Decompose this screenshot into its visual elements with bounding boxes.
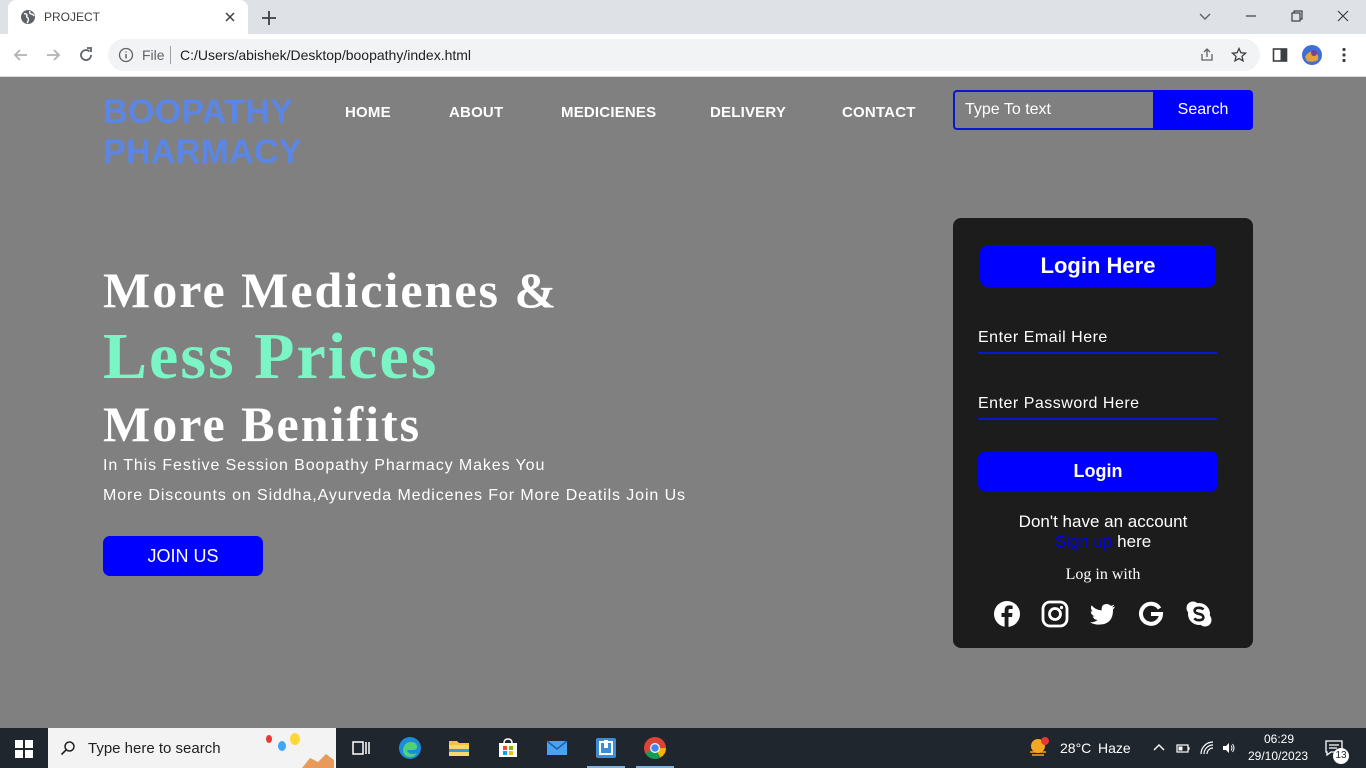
browser-tab[interactable]: PROJECT bbox=[8, 0, 248, 34]
facebook-icon[interactable] bbox=[993, 600, 1021, 628]
twitter-icon[interactable] bbox=[1089, 600, 1117, 628]
clock-time[interactable]: 06:29 bbox=[1264, 732, 1294, 746]
task-view-icon[interactable] bbox=[349, 736, 373, 760]
url-text[interactable]: C:/Users/abishek/Desktop/boopathy/index.… bbox=[180, 47, 471, 63]
google-icon[interactable] bbox=[1137, 600, 1165, 628]
search-icon bbox=[60, 741, 75, 756]
weather-text: Haze bbox=[1098, 740, 1131, 756]
email-field[interactable] bbox=[978, 324, 1217, 354]
hero-description-1: In This Festive Session Boopathy Pharmac… bbox=[103, 457, 546, 474]
mail-icon[interactable] bbox=[545, 736, 569, 760]
join-us-button[interactable]: JOIN US bbox=[103, 536, 263, 576]
nav-about[interactable]: ABOUT bbox=[449, 104, 503, 121]
weather-temp: 28°C bbox=[1060, 740, 1092, 756]
password-field[interactable] bbox=[978, 390, 1217, 420]
browser-tabbar: PROJECT bbox=[0, 0, 1366, 34]
clock-date[interactable]: 29/10/2023 bbox=[1248, 749, 1308, 763]
windows-taskbar: Type here to search 28°C Haze 06:29 29/1… bbox=[0, 728, 1366, 768]
divider bbox=[170, 46, 171, 64]
site-search-input[interactable] bbox=[953, 90, 1154, 130]
nav-delivery[interactable]: DELIVERY bbox=[710, 104, 786, 121]
side-panel-icon[interactable] bbox=[1271, 46, 1289, 64]
windows-start-icon[interactable] bbox=[15, 740, 33, 758]
login-title: Login Here bbox=[980, 245, 1216, 287]
more-menu-icon[interactable] bbox=[1335, 46, 1353, 64]
site-search-button[interactable]: Search bbox=[1153, 90, 1253, 130]
taskbar-search-placeholder: Type here to search bbox=[88, 740, 221, 757]
store-icon[interactable] bbox=[496, 736, 520, 760]
site-logo[interactable]: BOOPATHY PHARMACY bbox=[103, 92, 302, 172]
info-icon[interactable] bbox=[118, 47, 134, 63]
share-icon[interactable] bbox=[1199, 47, 1215, 63]
logo-line-2: PHARMACY bbox=[103, 133, 302, 171]
forward-icon[interactable] bbox=[44, 46, 62, 64]
volume-icon[interactable] bbox=[1222, 741, 1236, 755]
profile-avatar-icon[interactable] bbox=[1301, 44, 1323, 66]
restore-icon[interactable] bbox=[1289, 8, 1305, 24]
chevron-up-icon[interactable] bbox=[1152, 741, 1166, 755]
address-bar[interactable]: File C:/Users/abishek/Desktop/boopathy/i… bbox=[108, 39, 1260, 71]
login-card: Login Here Login Don't have an account S… bbox=[953, 218, 1253, 648]
file-label: File bbox=[142, 47, 165, 63]
new-tab-icon[interactable] bbox=[260, 9, 278, 27]
hero-line-2: Less Prices bbox=[103, 320, 439, 393]
logo-line-1: BOOPATHY bbox=[103, 93, 294, 131]
signup-link[interactable]: Sign up bbox=[1055, 532, 1113, 551]
no-account-text: Don't have an account bbox=[1018, 512, 1188, 531]
nav-contact[interactable]: CONTACT bbox=[842, 104, 916, 121]
chrome-icon[interactable] bbox=[643, 736, 667, 760]
edge-icon[interactable] bbox=[398, 736, 422, 760]
close-window-icon[interactable] bbox=[1335, 8, 1351, 24]
instagram-icon[interactable] bbox=[1041, 600, 1069, 628]
minimize-icon[interactable] bbox=[1243, 8, 1259, 24]
back-icon[interactable] bbox=[12, 46, 30, 64]
signup-line: Sign up here bbox=[953, 532, 1253, 552]
notification-count-badge: 13 bbox=[1333, 748, 1349, 764]
signup-suffix: here bbox=[1112, 532, 1152, 551]
hero-line-3: More Benifits bbox=[103, 396, 422, 452]
tab-title: PROJECT bbox=[44, 10, 101, 24]
login-button[interactable]: Login bbox=[978, 451, 1218, 492]
hero-line-1: More Medicienes & bbox=[103, 262, 559, 318]
login-with-label: Log in with bbox=[1065, 566, 1141, 583]
wifi-icon[interactable] bbox=[1200, 741, 1214, 755]
reload-icon[interactable] bbox=[77, 46, 95, 64]
nav-medicienes[interactable]: MEDICIENES bbox=[561, 104, 656, 121]
weather-icon[interactable] bbox=[1028, 736, 1050, 758]
globe-icon bbox=[21, 10, 35, 24]
skype-icon[interactable] bbox=[1185, 600, 1213, 628]
balloons-icon bbox=[266, 733, 334, 768]
hero-description-2: More Discounts on Siddha,Ayurveda Medice… bbox=[103, 487, 686, 504]
browser-toolbar: File C:/Users/abishek/Desktop/boopathy/i… bbox=[0, 34, 1366, 77]
taskbar-search-box[interactable]: Type here to search bbox=[48, 728, 336, 768]
chevron-down-icon[interactable] bbox=[1197, 8, 1213, 24]
star-icon[interactable] bbox=[1231, 47, 1247, 63]
app-icon[interactable] bbox=[594, 736, 618, 760]
file-explorer-icon[interactable] bbox=[447, 736, 471, 760]
nav-home[interactable]: HOME bbox=[345, 104, 391, 121]
battery-icon[interactable] bbox=[1176, 741, 1190, 755]
close-icon[interactable] bbox=[222, 9, 238, 25]
